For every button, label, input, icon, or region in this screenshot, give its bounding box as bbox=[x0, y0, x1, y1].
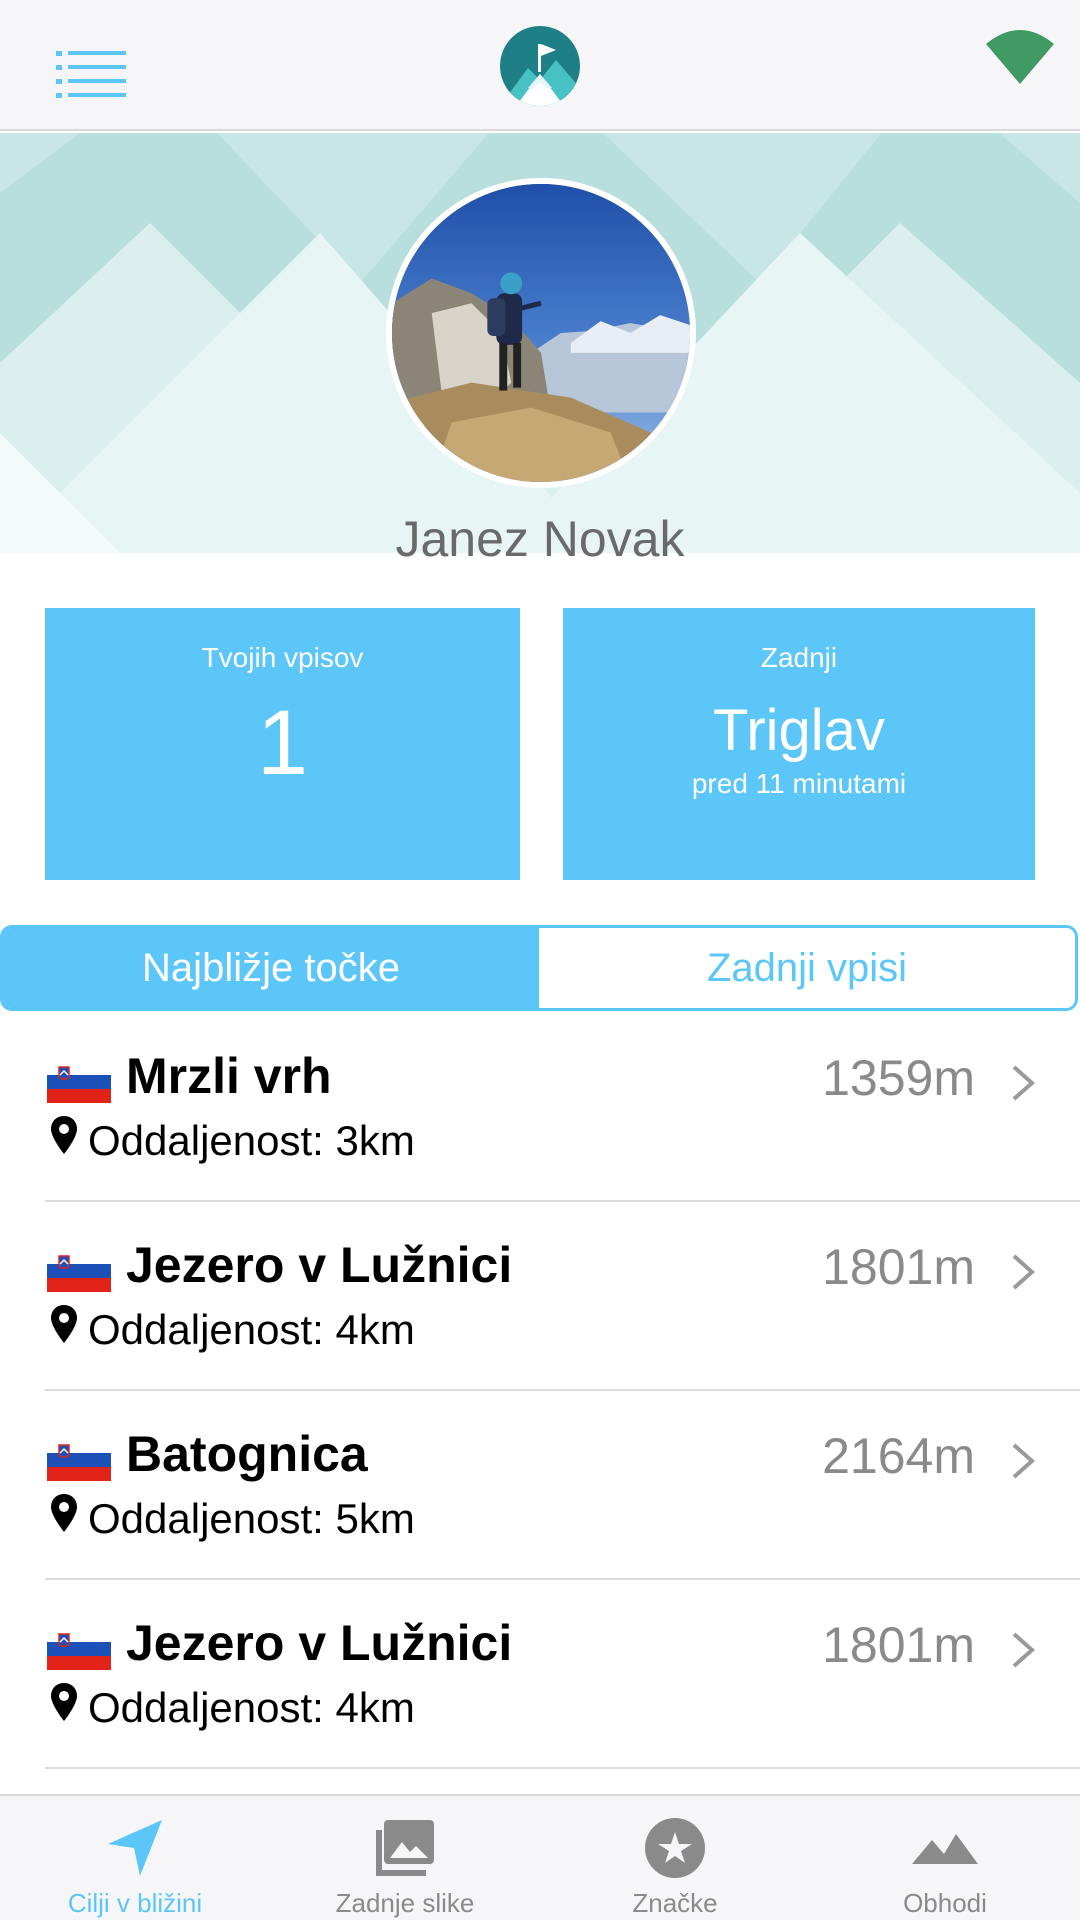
list-tabs: Najbližje točke Zadnji vpisi bbox=[0, 925, 1078, 1011]
peak-elevation: 1801m bbox=[822, 1239, 975, 1295]
entries-count: 1 bbox=[256, 692, 309, 794]
last-entry-peak: Triglav bbox=[713, 698, 885, 763]
slovenia-flag-icon bbox=[47, 1628, 111, 1670]
nav-recent-photos[interactable]: Zadnje slike bbox=[270, 1796, 540, 1920]
peak-name: Mrzli vrh bbox=[126, 1048, 332, 1104]
hamburger-menu-icon[interactable] bbox=[56, 48, 126, 98]
list-item[interactable]: Mrzli vrh 1359m Oddaljenost: 3km bbox=[0, 1013, 1080, 1202]
nav-label: Značke bbox=[632, 1888, 718, 1918]
chevron-right-icon bbox=[1008, 1628, 1038, 1672]
slovenia-flag-icon bbox=[47, 1061, 111, 1103]
peak-elevation: 1359m bbox=[822, 1050, 975, 1106]
entries-label: Tvojih vpisov bbox=[201, 642, 364, 673]
chevron-right-icon bbox=[1008, 1061, 1038, 1105]
nearby-peaks-list: Mrzli vrh 1359m Oddaljenost: 3km Jezero … bbox=[0, 1013, 1080, 1769]
peak-name: Jezero v Lužnici bbox=[126, 1615, 513, 1671]
star-badge-icon bbox=[640, 1816, 710, 1880]
mountain-flag-logo bbox=[500, 26, 580, 106]
location-pin-icon bbox=[50, 1116, 78, 1156]
navigation-arrow-icon bbox=[100, 1816, 170, 1880]
peak-elevation: 2164m bbox=[822, 1428, 975, 1484]
nav-label: Zadnje slike bbox=[335, 1888, 475, 1918]
peak-distance: Oddaljenost: 3km bbox=[88, 1117, 415, 1164]
location-pin-icon bbox=[50, 1494, 78, 1534]
peak-distance: Oddaljenost: 4km bbox=[88, 1306, 415, 1353]
location-pin-icon bbox=[50, 1305, 78, 1345]
list-item[interactable]: Batognica 2164m Oddaljenost: 5km bbox=[0, 1391, 1080, 1580]
peak-elevation: 1801m bbox=[822, 1617, 975, 1673]
wifi-signal-icon bbox=[984, 26, 1056, 88]
profile-name: Janez Novak bbox=[395, 511, 685, 567]
tab-nearest-points[interactable]: Najbližje točke bbox=[3, 928, 539, 1008]
photos-icon bbox=[370, 1816, 440, 1880]
slovenia-flag-icon bbox=[47, 1250, 111, 1292]
mountains-icon bbox=[910, 1816, 980, 1880]
peak-distance: Oddaljenost: 4km bbox=[88, 1684, 415, 1731]
app-screen: Janez Novak Tvojih vpisov 1 Zadnji Trigl… bbox=[0, 0, 1080, 1920]
last-entry-card[interactable]: Zadnji Triglav pred 11 minutami bbox=[563, 608, 1035, 880]
last-entry-time: pred 11 minutami bbox=[691, 768, 907, 799]
nav-badges[interactable]: Značke bbox=[540, 1796, 810, 1920]
list-divider bbox=[45, 1767, 1080, 1769]
peak-name: Jezero v Lužnici bbox=[126, 1237, 513, 1293]
top-app-bar bbox=[0, 0, 1080, 131]
peak-distance: Oddaljenost: 5km bbox=[88, 1495, 415, 1542]
chevron-right-icon bbox=[1008, 1250, 1038, 1294]
nav-tours[interactable]: Obhodi bbox=[810, 1796, 1080, 1920]
chevron-right-icon bbox=[1008, 1439, 1038, 1483]
avatar[interactable] bbox=[386, 178, 696, 488]
nav-nearby-targets[interactable]: Cilji v bližini bbox=[0, 1796, 270, 1920]
nav-label: Obhodi bbox=[903, 1888, 987, 1918]
peak-name: Batognica bbox=[126, 1426, 368, 1482]
location-pin-icon bbox=[50, 1683, 78, 1723]
entries-count-card: Tvojih vpisov 1 bbox=[45, 608, 520, 880]
list-item[interactable]: Jezero v Lužnici 1801m Oddaljenost: 4km bbox=[0, 1202, 1080, 1391]
bottom-navigation: Cilji v bližini Zadnje slike Značke Obho… bbox=[0, 1794, 1080, 1920]
list-item[interactable]: Jezero v Lužnici 1801m Oddaljenost: 4km bbox=[0, 1580, 1080, 1769]
last-entry-label: Zadnji bbox=[760, 642, 838, 673]
nav-label: Cilji v bližini bbox=[67, 1888, 203, 1918]
slovenia-flag-icon bbox=[47, 1439, 111, 1481]
tab-last-entries[interactable]: Zadnji vpisi bbox=[539, 928, 1075, 1008]
